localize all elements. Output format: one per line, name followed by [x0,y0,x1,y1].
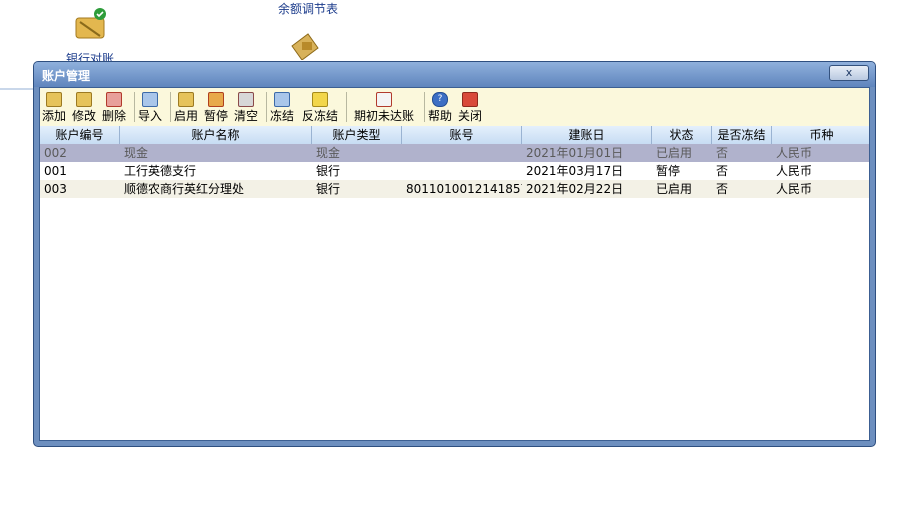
cell-frozen: 否 [716,146,729,160]
cell-account-number [402,144,522,162]
desktop-divider [0,88,36,90]
cell-currency: 人民币 [776,146,813,160]
cell-account-name: 现金 [124,146,149,160]
cell-account-id: 003 [44,182,67,196]
pause-button[interactable]: 暂停 [204,92,228,123]
delete-icon [106,92,122,107]
delete-button[interactable]: 删除 [102,92,126,123]
bank-reconciliation-icon [70,6,110,46]
enable-icon [178,92,194,107]
balance-adjustment-icon [288,30,328,61]
toolbar-separator [424,92,425,122]
header-account-id[interactable]: 账户编号 [40,126,120,144]
cell-account-number: 80110100121418577 [406,182,522,196]
edit-label: 修改 [72,109,97,123]
balance-adjustment-label: 余额调节表 [277,2,338,16]
cell-account-id: 002 [44,146,67,160]
cell-frozen: 否 [716,182,729,196]
cell-status: 已启用 [656,146,693,160]
unfreeze-label: 反冻结 [302,109,339,123]
bank-reconciliation-desktop-icon[interactable]: 银行对账 [58,6,122,67]
help-button[interactable]: ? 帮助 [428,92,452,123]
account-management-window: 账户管理 x 添加 修改 删除 导入 启用 暂停 清空 冻结 反冻结 期初未达账… [33,61,876,447]
window-client-area: 添加 修改 删除 导入 启用 暂停 清空 冻结 反冻结 期初未达账 ? 帮助 关… [39,87,870,441]
enable-label: 启用 [174,109,199,123]
edit-button[interactable]: 修改 [72,92,96,123]
cell-status: 已启用 [656,182,693,196]
clear-label: 清空 [234,109,259,123]
header-account-number[interactable]: 账号 [402,126,522,144]
cell-account-type: 现金 [316,146,341,160]
cell-account-number [402,162,522,180]
account-table: 账户编号 账户名称 账户类型 账号 建账日 状态 是否冻结 币种 002 现金 … [40,126,869,440]
freeze-button[interactable]: 冻结 [270,92,294,123]
header-frozen[interactable]: 是否冻结 [712,126,772,144]
header-account-name[interactable]: 账户名称 [120,126,312,144]
cell-frozen: 否 [716,164,729,178]
table-body: 002 现金 现金 2021年01月01日 已启用 否 人民币 001 工行英德… [40,144,869,440]
cell-account-name: 顺德农商行英红分理处 [124,182,245,196]
header-account-type[interactable]: 账户类型 [312,126,402,144]
balance-adjustment-desktop-icon[interactable]: 余额调节表 [268,0,348,61]
unfreeze-icon [312,92,328,107]
add-icon [46,92,62,107]
toolbar-separator [346,92,347,122]
add-label: 添加 [42,109,67,123]
document-icon [376,92,392,107]
pause-label: 暂停 [204,109,229,123]
help-label: 帮助 [428,109,453,123]
header-currency[interactable]: 币种 [772,126,871,144]
help-icon: ? [432,92,448,107]
cell-account-name: 工行英德支行 [124,164,197,178]
toolbar-separator [170,92,171,122]
import-icon [142,92,158,107]
header-open-date[interactable]: 建账日 [522,126,652,144]
close-label: 关闭 [458,109,483,123]
header-status[interactable]: 状态 [652,126,712,144]
cell-currency: 人民币 [776,164,813,178]
cell-status: 暂停 [656,164,681,178]
cell-open-date: 2021年03月17日 [526,164,624,178]
unreconciled-button[interactable]: 期初未达账 [354,92,414,123]
window-title: 账户管理 [42,69,91,83]
cell-account-id: 001 [44,164,67,178]
freeze-label: 冻结 [270,109,295,123]
table-row[interactable]: 003 顺德农商行英红分理处 银行 80110100121418577 2021… [40,180,869,198]
freeze-icon [274,92,290,107]
toolbar-separator [134,92,135,122]
close-button[interactable]: 关闭 [458,92,482,123]
import-label: 导入 [138,109,163,123]
unfreeze-button[interactable]: 反冻结 [302,92,338,123]
toolbar-separator [266,92,267,122]
cell-currency: 人民币 [776,182,813,196]
cell-account-type: 银行 [316,182,341,196]
table-row[interactable]: 002 现金 现金 2021年01月01日 已启用 否 人民币 [40,144,869,162]
enable-button[interactable]: 启用 [174,92,198,123]
import-button[interactable]: 导入 [138,92,162,123]
clear-icon [238,92,254,107]
delete-label: 删除 [102,109,127,123]
unreconciled-label: 期初未达账 [354,109,415,123]
table-header: 账户编号 账户名称 账户类型 账号 建账日 状态 是否冻结 币种 [40,126,869,145]
toolbar: 添加 修改 删除 导入 启用 暂停 清空 冻结 反冻结 期初未达账 ? 帮助 关… [40,88,869,127]
edit-icon [76,92,92,107]
cell-account-type: 银行 [316,164,341,178]
cell-open-date: 2021年02月22日 [526,182,624,196]
window-close-button[interactable]: x [829,65,869,81]
cell-open-date: 2021年01月01日 [526,146,624,160]
add-button[interactable]: 添加 [42,92,66,123]
window-titlebar[interactable]: 账户管理 x [34,62,875,87]
table-row[interactable]: 001 工行英德支行 银行 2021年03月17日 暂停 否 人民币 [40,162,869,180]
pause-icon [208,92,224,107]
clear-button[interactable]: 清空 [234,92,258,123]
close-icon [462,92,478,107]
